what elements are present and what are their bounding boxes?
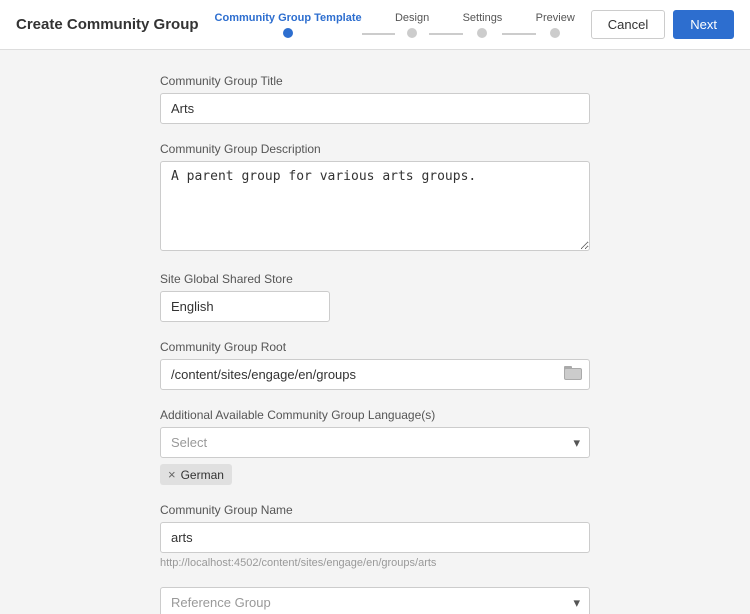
step-line-2 bbox=[429, 33, 462, 35]
root-group: Community Group Root bbox=[160, 340, 590, 390]
main-content: Community Group Title Community Group De… bbox=[0, 50, 750, 614]
root-input-wrapper bbox=[160, 359, 590, 390]
cancel-button[interactable]: Cancel bbox=[591, 10, 665, 39]
tag-remove-icon[interactable]: × bbox=[168, 467, 176, 482]
shared-store-input[interactable] bbox=[160, 291, 330, 322]
page-title: Create Community Group bbox=[16, 16, 199, 33]
step-line-3 bbox=[502, 33, 535, 35]
name-input[interactable] bbox=[160, 522, 590, 553]
reference-group-select[interactable]: Reference Group Arts bbox=[160, 587, 590, 614]
step-line-1 bbox=[362, 33, 395, 35]
wizard-steps: Community Group Template Design Settings… bbox=[215, 12, 575, 38]
description-input[interactable]: A parent group for various arts groups. bbox=[160, 161, 590, 251]
name-hint: http://localhost:4502/content/sites/enga… bbox=[160, 557, 590, 569]
next-button[interactable]: Next bbox=[673, 10, 734, 39]
header-buttons: Cancel Next bbox=[591, 10, 734, 39]
step-3-dot bbox=[477, 28, 487, 38]
step-3: Settings bbox=[463, 12, 503, 38]
title-label: Community Group Title bbox=[160, 74, 590, 88]
step-2: Design bbox=[395, 12, 429, 38]
languages-select[interactable]: Select German French Spanish bbox=[160, 427, 590, 458]
shared-store-group: Site Global Shared Store bbox=[160, 272, 590, 322]
step-4: Preview bbox=[536, 12, 575, 38]
description-group: Community Group Description A parent gro… bbox=[160, 142, 590, 254]
step-3-label: Settings bbox=[463, 12, 503, 24]
languages-select-wrapper: Select German French Spanish bbox=[160, 427, 590, 458]
description-label: Community Group Description bbox=[160, 142, 590, 156]
shared-store-label: Site Global Shared Store bbox=[160, 272, 590, 286]
step-1-label: Community Group Template bbox=[215, 12, 362, 24]
step-2-label: Design bbox=[395, 12, 429, 24]
reference-group-group: Reference Group Arts bbox=[160, 587, 590, 614]
languages-label: Additional Available Community Group Lan… bbox=[160, 408, 590, 422]
title-group: Community Group Title bbox=[160, 74, 590, 124]
step-1: Community Group Template bbox=[215, 12, 362, 38]
title-input[interactable] bbox=[160, 93, 590, 124]
step-2-dot bbox=[407, 28, 417, 38]
name-label: Community Group Name bbox=[160, 503, 590, 517]
header: Create Community Group Community Group T… bbox=[0, 0, 750, 50]
name-group: Community Group Name http://localhost:45… bbox=[160, 503, 590, 569]
step-4-label: Preview bbox=[536, 12, 575, 24]
root-label: Community Group Root bbox=[160, 340, 590, 354]
root-input[interactable] bbox=[160, 359, 590, 390]
tag-label: German bbox=[181, 468, 224, 482]
reference-group-wrapper: Reference Group Arts bbox=[160, 587, 590, 614]
step-1-dot bbox=[283, 28, 293, 38]
folder-icon[interactable] bbox=[564, 364, 582, 385]
step-4-dot bbox=[550, 28, 560, 38]
languages-group: Additional Available Community Group Lan… bbox=[160, 408, 590, 485]
german-tag: × German bbox=[160, 464, 232, 485]
